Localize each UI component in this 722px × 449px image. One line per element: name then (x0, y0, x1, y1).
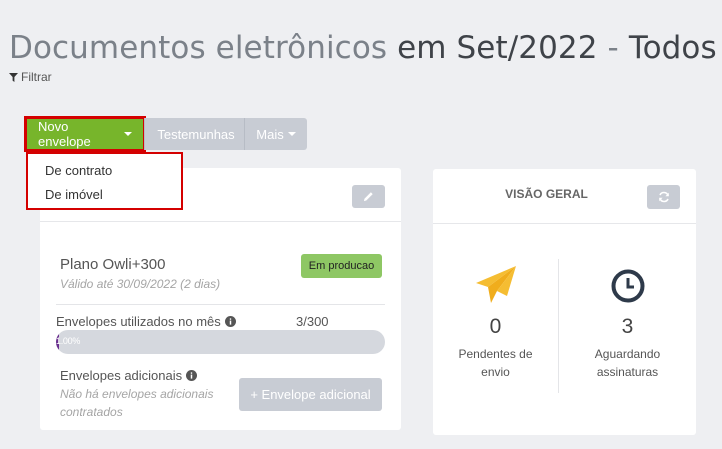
stats-divider (558, 259, 559, 393)
extra-envelopes-label: Envelopes adicionais (60, 368, 198, 383)
funnel-icon (9, 72, 18, 82)
title-main: Documentos eletrônicos (9, 30, 388, 66)
usage-progress-bar: 1.00% (56, 330, 385, 354)
plan-validity: Válido até 30/09/2022 (2 dias) (60, 277, 221, 291)
dropdown-item-contract[interactable]: De contrato (28, 159, 181, 183)
new-envelope-button[interactable]: Novo envelope (24, 116, 146, 152)
add-envelope-button[interactable]: + Envelope adicional (239, 378, 382, 411)
info-icon[interactable] (186, 370, 198, 381)
refresh-icon (658, 191, 669, 203)
section-divider (56, 304, 385, 305)
filter-link[interactable]: Filtrar (9, 70, 52, 84)
plan-name: Plano Owli+300 (60, 256, 166, 273)
awaiting-label: Aguardando assinaturas (594, 347, 661, 379)
usage-progress-text: 1.00% (56, 336, 81, 346)
usage-label-text: Envelopes utilizados no mês (56, 314, 221, 329)
toolbar: Novo envelope Testemunhas Mais (24, 116, 307, 152)
witnesses-button[interactable]: Testemunhas (144, 118, 244, 150)
overview-header-divider (433, 223, 696, 224)
title-period: em Set/2022 (397, 30, 598, 66)
usage-label: Envelopes utilizados no mês (56, 314, 236, 329)
new-envelope-dropdown: De contrato De imóvel (26, 152, 183, 210)
usage-count: 3/300 (296, 314, 329, 329)
witnesses-label: Testemunhas (157, 126, 235, 142)
title-separator: - (607, 30, 619, 66)
extra-envelopes-label-text: Envelopes adicionais (60, 368, 183, 383)
refresh-button[interactable] (647, 185, 680, 209)
more-button[interactable]: Mais (244, 118, 307, 150)
more-label: Mais (256, 126, 284, 142)
dropdown-item-property[interactable]: De imóvel (28, 183, 181, 207)
page-title: Documentos eletrônicos em Set/2022 - Tod… (9, 30, 717, 66)
caret-down-icon (287, 132, 296, 136)
title-scope: Todos (628, 30, 717, 66)
filter-label: Filtrar (21, 70, 52, 84)
pending-count: 0 (489, 315, 502, 338)
card-header-divider (40, 221, 401, 222)
pending-stat: 0 Pendentes de envio (433, 265, 558, 381)
overview-card: VISÃO GERAL 0 Pendentes de envio 3 Aguar… (433, 169, 696, 435)
clock-icon (611, 269, 644, 303)
info-icon[interactable] (224, 316, 236, 327)
paper-plane-icon (475, 266, 516, 303)
caret-down-icon (124, 132, 132, 136)
status-badge: Em producao (301, 254, 382, 278)
edit-button[interactable] (352, 185, 385, 208)
new-envelope-label: Novo envelope (38, 119, 91, 149)
extra-envelopes-note: Não há envelopes adicionais contratados (60, 387, 214, 419)
pending-label: Pendentes de envio (458, 347, 533, 379)
pencil-icon (363, 192, 373, 202)
awaiting-stat: 3 Aguardando assinaturas (565, 268, 690, 381)
overview-title: VISÃO GERAL (505, 187, 588, 201)
awaiting-count: 3 (621, 315, 634, 338)
